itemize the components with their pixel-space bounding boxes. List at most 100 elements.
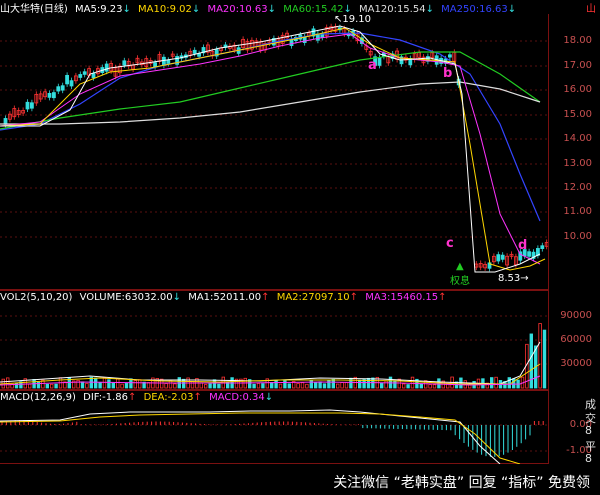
candlesticks [3,23,548,272]
volume-bar [331,378,335,389]
volume-bar [322,383,327,389]
volume-bar [410,376,415,389]
volume-tick: 60000 [560,334,592,345]
watermark-text: 关注微信 “老韩实盘” 回复 “指标” 免费领 [333,475,590,491]
candle-body [47,92,52,98]
volume-bar [102,377,107,389]
macd-header: MACD(12,26,9) DIF:-1.86↑ DEA:-2.03↑ MACD… [0,392,277,406]
candle-body [540,245,545,249]
marker-d: d [518,238,528,253]
macd-histogram [1,420,544,457]
volume-bar [406,384,410,389]
dif-line [0,409,501,464]
volume-bar [256,383,261,389]
candle-body [56,86,61,92]
volume-bar [318,381,322,389]
candle-body [192,49,197,54]
candle-body [52,92,56,99]
price-tick: 17.00 [563,60,592,71]
volume-bar [181,378,186,389]
ma10-arrow: ↓ [191,4,201,14]
volume-bar [133,380,137,389]
volume-bar [76,379,80,389]
vol-ma1-line [0,341,541,385]
ma120-value: MA120:15.54 [359,4,426,14]
volume-bar [212,379,217,389]
ma20-line [0,33,541,265]
volume-bar [428,384,432,389]
volume-bar [507,377,511,389]
price-tick: 16.00 [563,84,592,95]
volume-bar [384,380,388,389]
price-tick: 12.00 [563,182,592,193]
volume-chart[interactable] [0,306,548,390]
price-tick: 13.00 [563,158,592,169]
volume-axis: 90000 60000 30000 [548,306,600,390]
volume-bar [269,382,274,389]
volume-bar [261,383,265,389]
volume-bar [120,383,124,389]
ma20-value: MA20:10.63 [207,4,268,14]
stock-title: 山大华特(日线) [0,4,68,14]
candle-body [377,57,382,66]
volume-bar [287,383,291,389]
candle-body [60,85,65,91]
price-axis: 18.00 17.00 16.00 15.00 14.00 13.00 12.0… [548,14,600,290]
candle-body [197,53,202,57]
volume-bar [340,382,344,389]
ma5-value: MA5:9.23 [75,4,123,14]
volume-bar [124,382,129,389]
candle-body [320,33,325,38]
volume-bar [208,383,212,389]
vol-ma3: MA3:15460.15 [365,292,439,303]
vol-ma1-arrow: ↑ [261,292,270,303]
macd-chart[interactable] [0,406,548,464]
volume-bar [274,380,278,389]
candle-body [78,74,83,78]
volume-bar [80,381,85,389]
vol-ma3-arrow: ↑ [438,292,447,303]
side-text-2: 8 [585,424,592,437]
volume-bar [116,378,120,389]
candle-body [65,74,69,85]
volume-bar [335,383,340,389]
low-price-value: 8.53 [498,273,521,284]
volume-bar [419,383,423,389]
volume-bar [278,383,283,389]
ma60-arrow: ↓ [343,4,352,14]
volume-bar [203,384,208,389]
candle-body [29,102,34,109]
candle-body [91,73,96,79]
marker-a: a [368,58,377,73]
marker-b: b [443,66,453,81]
header-flag: 山 [586,4,596,15]
macd-indicator-label: MACD(12,26,9) [0,392,76,403]
candle-body [496,254,501,262]
volume-value: VOLUME:63032.00 [79,292,173,303]
volume-tick: 30000 [560,358,592,369]
price-chart[interactable] [0,14,548,290]
ma5-arrow: ↓ [122,4,131,14]
candle-body [527,251,531,257]
volume-bar [512,378,516,389]
vol-ma1: MA1:52011.00 [188,292,262,303]
macd-dif-arrow: ↑ [128,392,137,403]
ex-rights-label: ▲ 权息 [450,261,470,287]
high-price-label: ↖19.10 [334,14,371,25]
volume-bar [252,383,256,389]
volume-bar [173,383,177,389]
volume-bar [94,377,98,389]
vol-ma2-arrow: ↑ [349,292,358,303]
price-tick: 11.00 [563,206,592,217]
volume-bar [107,379,111,389]
ma250-line [0,32,541,222]
ma250-value: MA250:16.63 [441,4,508,14]
candle-body [500,254,505,260]
volume-bar [164,383,168,389]
volume-bar [14,382,19,389]
ma10-line [0,27,546,271]
volume-bar [305,383,309,389]
macd-value: MACD:0.34 [209,392,265,403]
volume-bar [168,380,173,389]
macd-value-arrow: ↓ [264,392,274,403]
